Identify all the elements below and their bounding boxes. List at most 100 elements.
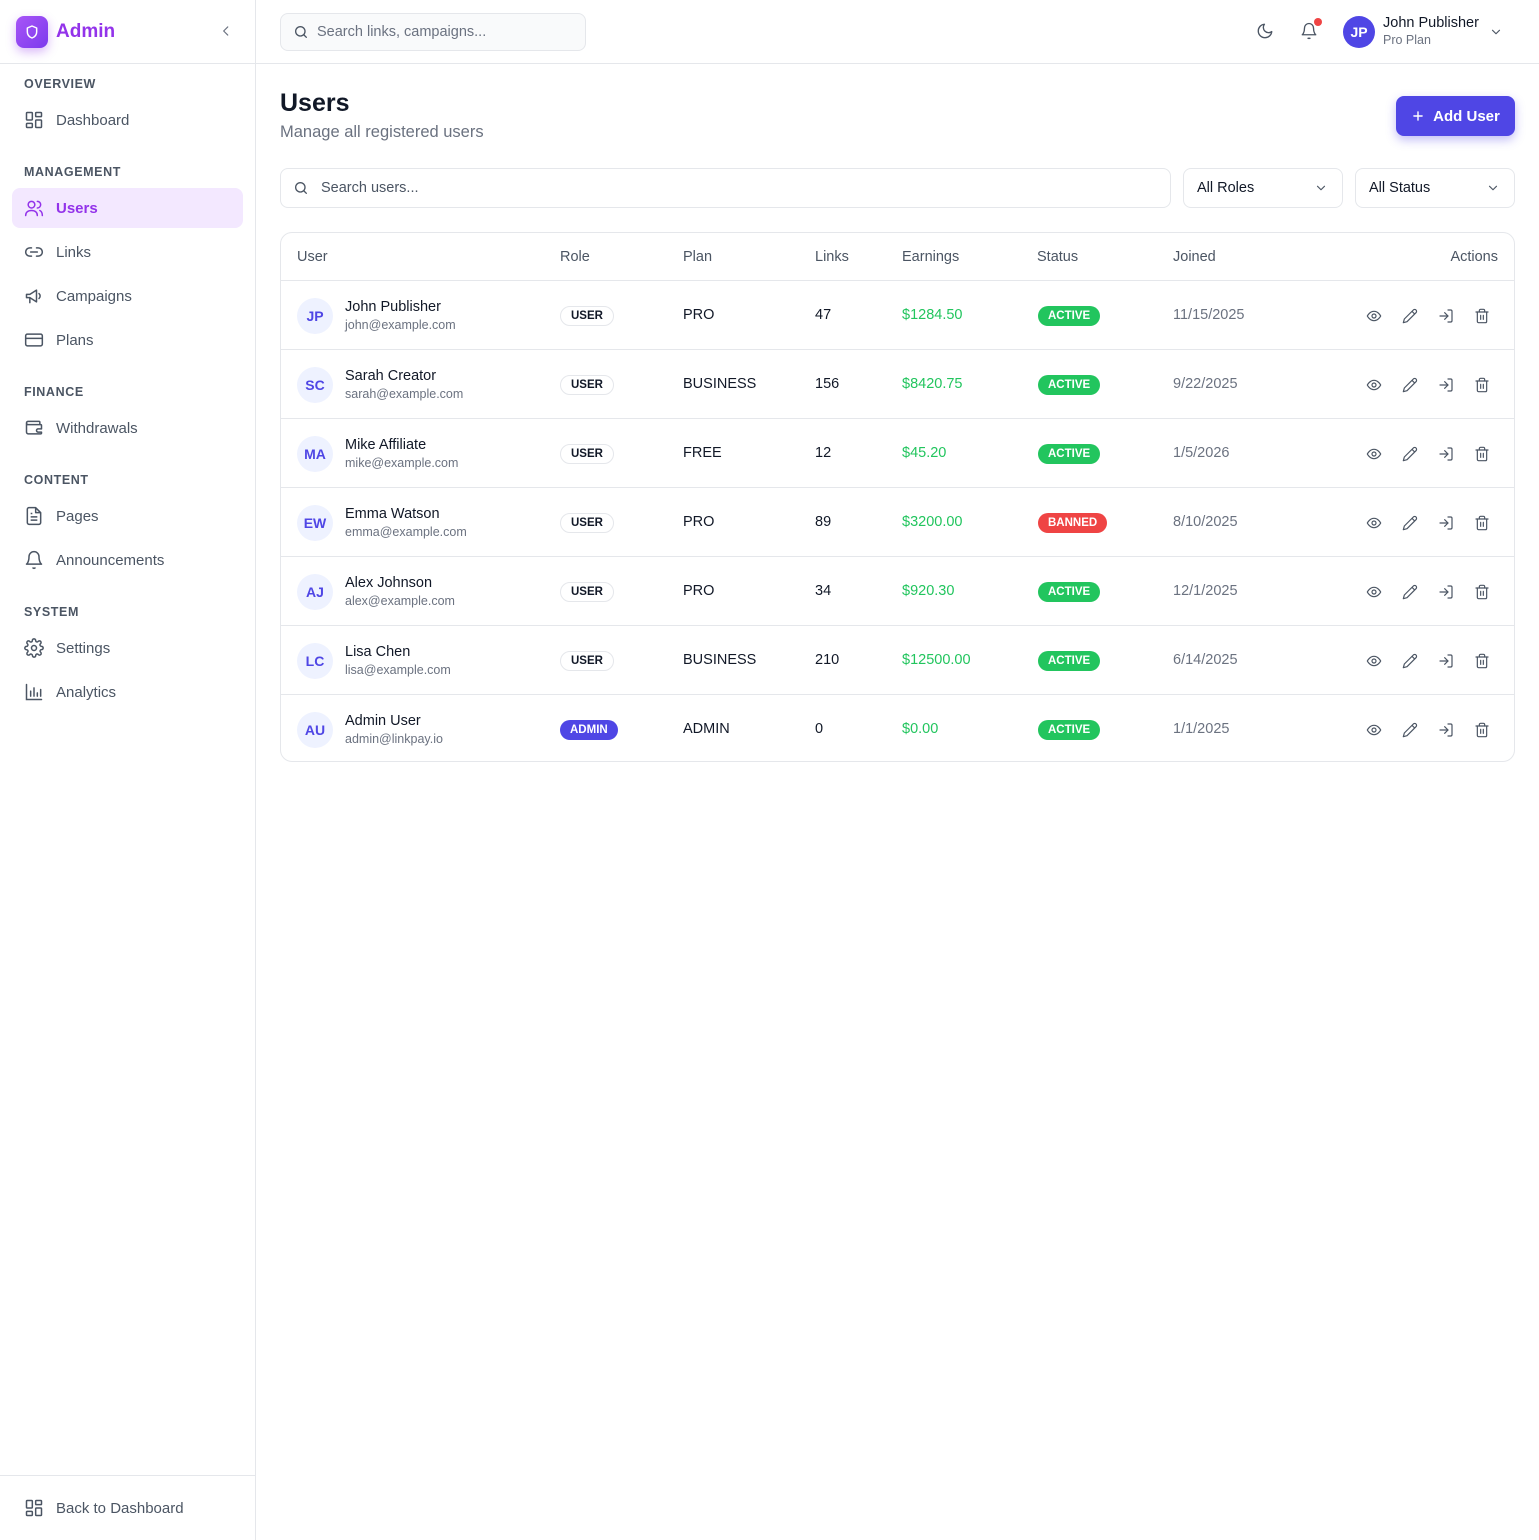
- trash-icon[interactable]: [1472, 582, 1492, 602]
- table-row: AJ Alex Johnson alex@example.com USER PR…: [281, 557, 1514, 626]
- sidebar-item-campaigns[interactable]: Campaigns: [12, 276, 243, 316]
- column-header-status: Status: [1037, 249, 1079, 265]
- sidebar-item-pages[interactable]: Pages: [12, 496, 243, 536]
- global-search[interactable]: [280, 13, 586, 51]
- links-count: 156: [815, 376, 840, 392]
- user-search[interactable]: [280, 168, 1171, 208]
- trash-icon[interactable]: [1472, 513, 1492, 533]
- status-badge: ACTIVE: [1038, 444, 1101, 464]
- sidebar-item-withdrawals[interactable]: Withdrawals: [12, 408, 243, 448]
- joined-date: 12/1/2025: [1173, 583, 1238, 599]
- status-filter-select[interactable]: All Status: [1355, 168, 1515, 208]
- credit-card-icon: [24, 330, 44, 350]
- eye-icon[interactable]: [1364, 306, 1384, 326]
- notifications-bell-icon[interactable]: [1300, 18, 1322, 40]
- sidebar-item-analytics[interactable]: Analytics: [12, 672, 243, 712]
- eye-icon[interactable]: [1364, 513, 1384, 533]
- trash-icon[interactable]: [1472, 306, 1492, 326]
- wallet-icon: [24, 418, 44, 438]
- user-name: John Publisher: [345, 299, 441, 315]
- role-filter-select[interactable]: All Roles: [1183, 168, 1343, 208]
- sidebar-item-plans[interactable]: Plans: [12, 320, 243, 360]
- brand-name: Admin: [56, 20, 116, 42]
- eye-icon[interactable]: [1364, 651, 1384, 671]
- column-header-joined: Joined: [1173, 249, 1216, 265]
- moon-icon[interactable]: [1256, 22, 1274, 40]
- page-title: Users: [280, 89, 350, 117]
- role-badge: ADMIN: [560, 720, 618, 740]
- sidebar: Admin OVERVIEW Dashboard MANAGEMENT User…: [0, 0, 256, 1540]
- dashboard-icon: [24, 110, 44, 130]
- sidebar-item-settings[interactable]: Settings: [12, 628, 243, 668]
- eye-icon[interactable]: [1364, 444, 1384, 464]
- dashboard-icon: [24, 1498, 44, 1518]
- login-icon[interactable]: [1436, 513, 1456, 533]
- file-text-icon: [24, 506, 44, 526]
- chevron-left-icon[interactable]: [219, 24, 233, 38]
- chevron-down-icon: [1486, 181, 1500, 195]
- pencil-icon[interactable]: [1400, 513, 1420, 533]
- login-icon[interactable]: [1436, 306, 1456, 326]
- sidebar-item-users[interactable]: Users: [12, 188, 243, 228]
- trash-icon[interactable]: [1472, 651, 1492, 671]
- topbar: JP John Publisher Pro Plan: [256, 0, 1539, 64]
- eye-icon[interactable]: [1364, 720, 1384, 740]
- section-label-content: CONTENT: [24, 473, 89, 487]
- sidebar-item-label: Analytics: [56, 683, 117, 701]
- user-email: john@example.com: [345, 318, 456, 332]
- pencil-icon[interactable]: [1400, 720, 1420, 740]
- user-menu[interactable]: JP John Publisher Pro Plan: [1343, 15, 1503, 48]
- global-search-input[interactable]: [317, 24, 567, 40]
- bar-chart-icon: [24, 682, 44, 702]
- eye-icon[interactable]: [1364, 375, 1384, 395]
- user-name: Mike Affiliate: [345, 437, 427, 453]
- role-badge: USER: [560, 513, 614, 533]
- role-badge: USER: [560, 651, 614, 671]
- pencil-icon[interactable]: [1400, 444, 1420, 464]
- earnings-value: $920.30: [902, 583, 955, 599]
- pencil-icon[interactable]: [1400, 582, 1420, 602]
- trash-icon[interactable]: [1472, 720, 1492, 740]
- joined-date: 6/14/2025: [1173, 652, 1238, 668]
- column-header-role: Role: [560, 249, 590, 265]
- sidebar-item-links[interactable]: Links: [12, 232, 243, 272]
- user-search-input[interactable]: [321, 180, 1121, 196]
- eye-icon[interactable]: [1364, 582, 1384, 602]
- chevron-down-icon: [1489, 25, 1503, 39]
- chevron-down-icon: [1314, 181, 1328, 195]
- login-icon[interactable]: [1436, 651, 1456, 671]
- login-icon[interactable]: [1436, 444, 1456, 464]
- sidebar-item-label: Announcements: [56, 551, 165, 569]
- sidebar-item-announcements[interactable]: Announcements: [12, 540, 243, 580]
- avatar: LC: [297, 643, 333, 679]
- notification-dot: [1314, 18, 1322, 26]
- login-icon[interactable]: [1436, 582, 1456, 602]
- joined-date: 9/22/2025: [1173, 376, 1238, 392]
- add-user-button[interactable]: Add User: [1396, 96, 1515, 136]
- avatar: JP: [1343, 15, 1375, 48]
- pencil-icon[interactable]: [1400, 375, 1420, 395]
- login-icon[interactable]: [1436, 720, 1456, 740]
- user-menu-text: John Publisher Pro Plan: [1383, 15, 1479, 48]
- earnings-value: $0.00: [902, 721, 939, 737]
- back-to-dashboard-link[interactable]: Back to Dashboard: [12, 1488, 243, 1528]
- trash-icon[interactable]: [1472, 444, 1492, 464]
- megaphone-icon: [24, 286, 44, 306]
- pencil-icon[interactable]: [1400, 306, 1420, 326]
- sidebar-item-dashboard[interactable]: Dashboard: [12, 100, 243, 140]
- login-icon[interactable]: [1436, 375, 1456, 395]
- user-email: sarah@example.com: [345, 387, 464, 401]
- links-count: 89: [815, 514, 832, 530]
- users-icon: [24, 198, 44, 218]
- table-row: LC Lisa Chen lisa@example.com USER BUSIN…: [281, 626, 1514, 695]
- pencil-icon[interactable]: [1400, 651, 1420, 671]
- plan-value: BUSINESS: [683, 376, 757, 392]
- user-name: Emma Watson: [345, 506, 440, 522]
- user-name: John Publisher: [1383, 15, 1479, 31]
- section-label-management: MANAGEMENT: [24, 165, 121, 179]
- table-row: JP John Publisher john@example.com USER …: [281, 281, 1514, 350]
- trash-icon[interactable]: [1472, 375, 1492, 395]
- status-badge: ACTIVE: [1038, 720, 1101, 740]
- joined-date: 11/15/2025: [1173, 307, 1245, 323]
- section-label-finance: FINANCE: [24, 385, 84, 399]
